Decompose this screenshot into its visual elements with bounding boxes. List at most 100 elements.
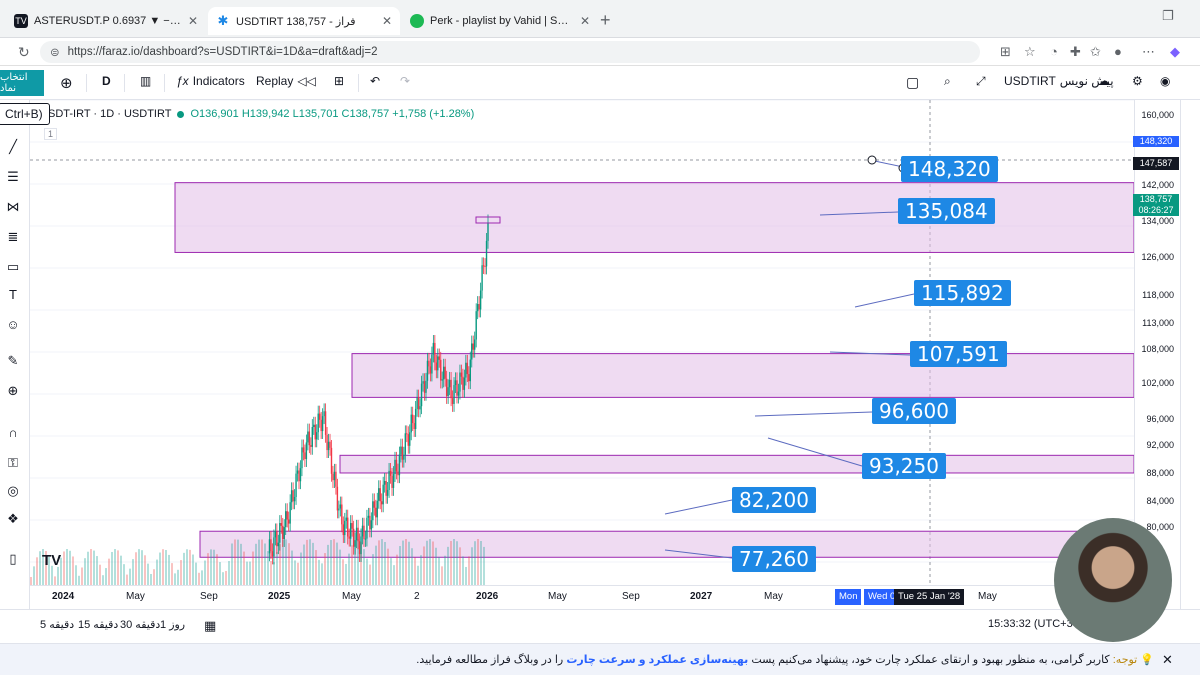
clock-timezone[interactable]: 15:33:32 (UTC+3 (988, 618, 1073, 630)
text-icon[interactable]: T (4, 286, 22, 304)
site-info-icon[interactable]: ⊜ (50, 45, 60, 59)
layers-icon[interactable]: ❖ (4, 510, 22, 528)
date-range-icon[interactable]: ▦ (204, 618, 216, 634)
close-icon[interactable]: ✕ (188, 14, 198, 28)
volume-bar (483, 546, 485, 585)
volume-bar (372, 554, 374, 585)
volume-bar (327, 544, 329, 585)
volume-bar (213, 549, 215, 585)
level-label-82200[interactable]: 82,200 (732, 487, 816, 513)
volume-bar (174, 573, 176, 585)
camera-icon[interactable]: ◉ (1160, 74, 1170, 88)
undo-icon[interactable]: ↶ (370, 74, 380, 88)
candle-body (341, 504, 343, 525)
volume-bar (426, 540, 428, 585)
pitchfork-icon[interactable]: ⋈ (4, 198, 22, 216)
volume-bar (216, 554, 218, 585)
profile-avatar-icon[interactable]: ● (1114, 44, 1122, 59)
volume-bar (321, 563, 323, 585)
level-label-135084[interactable]: 135,084 (898, 198, 995, 224)
candle-body (422, 381, 424, 384)
volume-bar (267, 551, 269, 585)
timeframe-1d[interactable]: 1 روز (160, 618, 185, 631)
close-icon[interactable]: ✕ (382, 14, 392, 28)
notice-text-2: را در وبلاگ فراز مطالعه فرمایید. (416, 654, 564, 666)
volume-bar (102, 575, 104, 585)
close-icon[interactable]: ✕ (580, 14, 590, 28)
select-symbol-button[interactable]: انتخاب نماد (0, 70, 44, 96)
candle-type-icon[interactable]: ▥ (140, 74, 151, 88)
close-notice-icon[interactable]: ✕ (1162, 652, 1173, 668)
horizontal-lines-icon[interactable]: ☰ (4, 168, 22, 186)
level-label-77260[interactable]: 77,260 (732, 546, 816, 572)
magnet-icon[interactable]: ∩ (4, 424, 22, 442)
tradingview-icon: TV (14, 14, 28, 28)
trendline-icon[interactable]: ╱ (4, 138, 22, 156)
ruler-icon[interactable]: ✎ (4, 352, 22, 370)
eye-icon[interactable]: ◎ (4, 482, 22, 500)
candle-body (308, 431, 311, 446)
timeframe-30m[interactable]: 30 دقیقه (120, 618, 160, 631)
rectangle-icon[interactable]: ▭ (4, 258, 22, 276)
volume-bar (69, 550, 71, 585)
apps-icon[interactable]: ⊞ (1000, 44, 1011, 60)
zoom-in-icon[interactable]: ⊕ (4, 382, 22, 400)
cloud-save-icon[interactable]: ☁ (1098, 74, 1110, 88)
redo-icon[interactable]: ↷ (400, 74, 410, 88)
candle-body (440, 359, 442, 381)
volume-bar (231, 543, 233, 585)
extension-icon[interactable]: ◔ (1050, 44, 1058, 59)
timeframe-5m[interactable]: 5 دقیقه (40, 618, 74, 631)
time-axis[interactable]: 2024 May Sep 2025 May 2 2026 May Sep 202… (30, 585, 1134, 609)
level-label-107591[interactable]: 107,591 (910, 341, 1007, 367)
browser-tab-active[interactable]: ✱ USDTIRT 138,757 - فراز ✕ (208, 7, 400, 35)
level-label-93250[interactable]: 93,250 (862, 453, 946, 479)
price-tick: 92,000 (1146, 440, 1174, 450)
interval-button[interactable]: D (102, 74, 111, 88)
fib-icon[interactable]: ≣ (4, 228, 22, 246)
chart-toolbar: انتخاب نماد ⊕ D ▥ ƒx Indicators Replay ◁… (0, 66, 1200, 100)
new-tab-button[interactable]: + (600, 10, 611, 31)
favorites-icon[interactable]: ✩ (1090, 44, 1101, 60)
volume-bar (141, 550, 143, 585)
indicators-button[interactable]: ƒx Indicators (176, 74, 245, 88)
time-tick: May (978, 591, 997, 602)
timeframe-15m[interactable]: 15 دقیقه (78, 618, 118, 631)
volume-bar (201, 570, 203, 585)
browser-tab[interactable]: Perk - playlist by Vahid | Spotify ✕ (402, 7, 598, 35)
browser-tab[interactable]: TV ASTERUSDT.P 0.6937 ▼ −0.4% Uni ✕ (6, 7, 206, 35)
fullscreen-box-icon[interactable]: ▢ (906, 74, 919, 91)
puzzle-icon[interactable]: ✚ (1070, 44, 1081, 60)
volume-bar (456, 541, 458, 585)
faraz-icon: ✱ (216, 13, 230, 28)
notice-link[interactable]: بهینه‌سازی عملکرد و سرعت چارت (566, 654, 748, 666)
lock-drawings-icon[interactable]: ⚿ (4, 454, 22, 472)
layouts-icon[interactable]: ⊞ (334, 74, 344, 88)
legend-indicator-badge[interactable]: 1 (44, 128, 58, 140)
candle-body (460, 372, 463, 377)
volume-bar (54, 576, 56, 585)
bookmark-star-icon[interactable]: ☆ (1024, 44, 1036, 60)
restore-window-icon[interactable]: ❐ (1162, 8, 1174, 24)
reload-icon[interactable]: ↻ (18, 44, 30, 61)
emoji-icon[interactable]: ☺ (4, 316, 22, 334)
indicators-label: Indicators (192, 74, 245, 88)
level-label-148320[interactable]: 148,320 (901, 156, 998, 182)
add-symbol-icon[interactable]: ⊕ (60, 74, 73, 92)
trash-icon[interactable]: ▯ (4, 550, 22, 568)
copilot-icon[interactable]: ◆ (1170, 44, 1180, 60)
url-field[interactable]: ⊜ https://faraz.io/dashboard?s=USDTIRT&i… (40, 41, 980, 63)
level-label-115892[interactable]: 115,892 (914, 280, 1011, 306)
zoom-icon[interactable]: ⌕ (944, 74, 951, 89)
level-label-96600[interactable]: 96,600 (872, 398, 956, 424)
candle-body (383, 480, 386, 485)
menu-dots-icon[interactable]: ⋯ (1142, 44, 1155, 60)
price-axis[interactable]: 160,000 142,000 134,000 126,000 118,000 … (1134, 100, 1178, 585)
replay-button[interactable]: Replay ◁◁ (256, 74, 316, 88)
expand-icon[interactable]: ⤢ (976, 74, 986, 89)
notice-bar: 💡 توجه: کاربر گرامی، به منظور بهبود و ار… (0, 643, 1200, 675)
settings-gear-icon[interactable]: ⚙ (1132, 74, 1143, 88)
volume-bar (219, 562, 221, 585)
candle-body (437, 356, 439, 371)
candle-body (335, 471, 337, 487)
